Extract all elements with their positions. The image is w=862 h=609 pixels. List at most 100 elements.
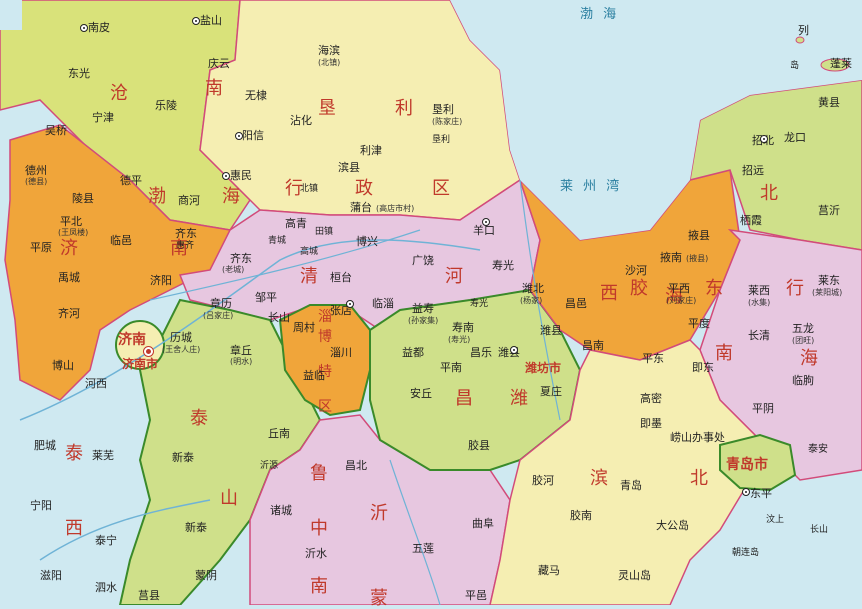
place-changle: 昌乐 xyxy=(470,346,492,359)
place-binxian: 滨县 xyxy=(338,161,360,174)
region-name-shan: 山 xyxy=(220,488,238,509)
region-name-jiao: 胶 xyxy=(630,278,648,299)
place-wuqiao: 吴桥 xyxy=(45,124,67,137)
capital-jinan-marker xyxy=(143,346,154,357)
place-weibei: 潍北 xyxy=(522,282,544,295)
place-yexian: 掖县 xyxy=(688,229,710,242)
place-tianzhen: 田镇 xyxy=(315,227,334,237)
region-name-tai: 泰 xyxy=(190,408,208,429)
place-zhangli-sub: (吕家庄) xyxy=(203,311,234,320)
place-wulian: 藏马 xyxy=(538,564,560,577)
region-name-xi2: 西 xyxy=(65,518,83,539)
place-zouping: 邹平 xyxy=(255,291,277,304)
place-xintai2: 诸城 xyxy=(270,504,292,517)
city-weifang: 潍坊市 xyxy=(525,361,562,375)
place-qidong2: 齐东 xyxy=(230,252,252,265)
place-jiyang: 济阳 xyxy=(150,274,172,287)
place-laixi-sub: (水集) xyxy=(748,298,771,307)
region-name-bei: 北 xyxy=(760,183,778,204)
place-qingcheng: 青城 xyxy=(268,236,287,246)
region-name-nan3: 南 xyxy=(310,576,328,597)
place-yiyuan: 昌北 xyxy=(345,459,367,472)
place-zhaoyuan: 栖霞 xyxy=(740,214,762,227)
region-name-he: 河 xyxy=(445,266,463,287)
place-jimo: 平阴 xyxy=(752,402,774,415)
place-marker xyxy=(760,135,768,143)
place-jiaoxian: 崂山办事处 xyxy=(670,431,725,444)
place-zichuan: 淄川 xyxy=(330,346,352,359)
place-shouguang2: 寿光 xyxy=(470,299,489,309)
place-marker xyxy=(346,300,354,308)
sea-label-laizhou: 莱 州 湾 xyxy=(560,179,623,194)
legend-lie: 列 xyxy=(798,24,809,37)
place-huantai: 桓台 xyxy=(330,271,352,284)
region-name-bei2: 北 xyxy=(690,468,708,489)
place-yishou: 益寿 xyxy=(412,302,434,315)
place-lingxian: 陵县 xyxy=(72,192,94,205)
place-putai: 蒲台 xyxy=(350,201,372,214)
place-qidong: 齐东 xyxy=(175,227,197,240)
place-dongguang: 东光 xyxy=(68,67,90,80)
place-jidong: 临朐 xyxy=(792,374,814,387)
place-zhaobei: 招远 xyxy=(742,164,764,177)
place-shounan: 寿南 xyxy=(452,321,474,334)
place-gaomi: 即墨 xyxy=(640,417,662,430)
place-licheng-sub: (王舍人庄) xyxy=(162,345,201,354)
region-name-qu: 区 xyxy=(432,178,450,199)
region-name-ji: 济 xyxy=(60,238,78,259)
region-name-hai: 海 xyxy=(222,186,240,207)
place-shahe: 沙河 xyxy=(625,264,647,277)
place-lingshandao: 朝连岛 xyxy=(732,548,760,558)
place-huangxian: 龙口 xyxy=(784,131,806,144)
region-name-meng: 蒙 xyxy=(370,588,388,609)
region-name-qing: 清 xyxy=(300,266,318,287)
place-nanpi: 南皮 xyxy=(88,21,110,34)
region-name-tai2: 泰 xyxy=(65,443,83,464)
place-beizhen: 北镇 xyxy=(300,184,319,194)
place-dagongdao: 汶上 xyxy=(766,515,785,525)
place-yenan-sub: (掖县) xyxy=(686,254,709,263)
place-wulong-sub: (团旺) xyxy=(792,336,815,345)
place-dongping: 宁阳 xyxy=(30,499,52,512)
place-dezhou: 德州 xyxy=(25,164,47,177)
place-feicheng: 莱芜 xyxy=(92,449,114,462)
place-laoshan: 泰安 xyxy=(808,444,828,455)
place-yangxin: 阳信 xyxy=(242,129,264,142)
place-zhangqiu-sub: (明水) xyxy=(230,357,253,366)
city-jinan-shi: 济南市 xyxy=(122,357,159,371)
place-pingyuan: 平原 xyxy=(30,241,52,254)
region-name-wei: 潍 xyxy=(510,388,528,409)
place-shanghe: 商河 xyxy=(178,194,200,207)
place-xiazhuang: 高密 xyxy=(640,392,662,405)
place-yishou-sub: (孙家集) xyxy=(408,316,439,325)
place-kenli-sub: (陈家庄) xyxy=(432,117,463,126)
place-qufu: 莒县 xyxy=(138,589,160,602)
region-name-zhong: 中 xyxy=(310,518,328,539)
place-linzi: 临淄 xyxy=(372,297,394,310)
region-name-bo2: 博 xyxy=(318,329,332,345)
island-small xyxy=(795,36,805,44)
place-yenan: 掖南 xyxy=(660,251,682,264)
map: 渤 海 莱 州 湾 列 岛 沧 南 垦 利 渤 海 行 政 区 清 河 淄 博 … xyxy=(0,0,862,609)
region-name-bo: 渤 xyxy=(148,186,166,207)
place-huiqi: 惠齐 xyxy=(176,241,195,251)
place-haibin: 海滨 xyxy=(318,44,340,57)
place-laiwu: 丘南 xyxy=(268,427,290,440)
place-xintai: 沂源 xyxy=(260,461,279,471)
region-name-cang: 沧 xyxy=(110,83,128,104)
place-dezhou-sub: (德县) xyxy=(25,177,48,186)
place-pingxi: 平西 xyxy=(668,282,690,295)
place-licheng: 历城 xyxy=(170,331,192,344)
region-name-xing2: 行 xyxy=(786,278,804,299)
place-marker xyxy=(222,172,230,180)
place-yidu: 益都 xyxy=(402,346,424,359)
place-shouguang: 寿光 xyxy=(492,259,514,272)
place-changshan: 长山 xyxy=(268,311,290,324)
region-name-qu2: 区 xyxy=(318,399,332,415)
place-huimin: 惠民 xyxy=(230,169,252,182)
place-weibei-sub: (杨家) xyxy=(520,296,543,305)
place-qixia: 莒沂 xyxy=(818,204,840,217)
left-panel xyxy=(0,0,22,30)
place-pingnan: 平东 xyxy=(642,352,664,365)
place-linyi: 临邑 xyxy=(110,234,132,247)
